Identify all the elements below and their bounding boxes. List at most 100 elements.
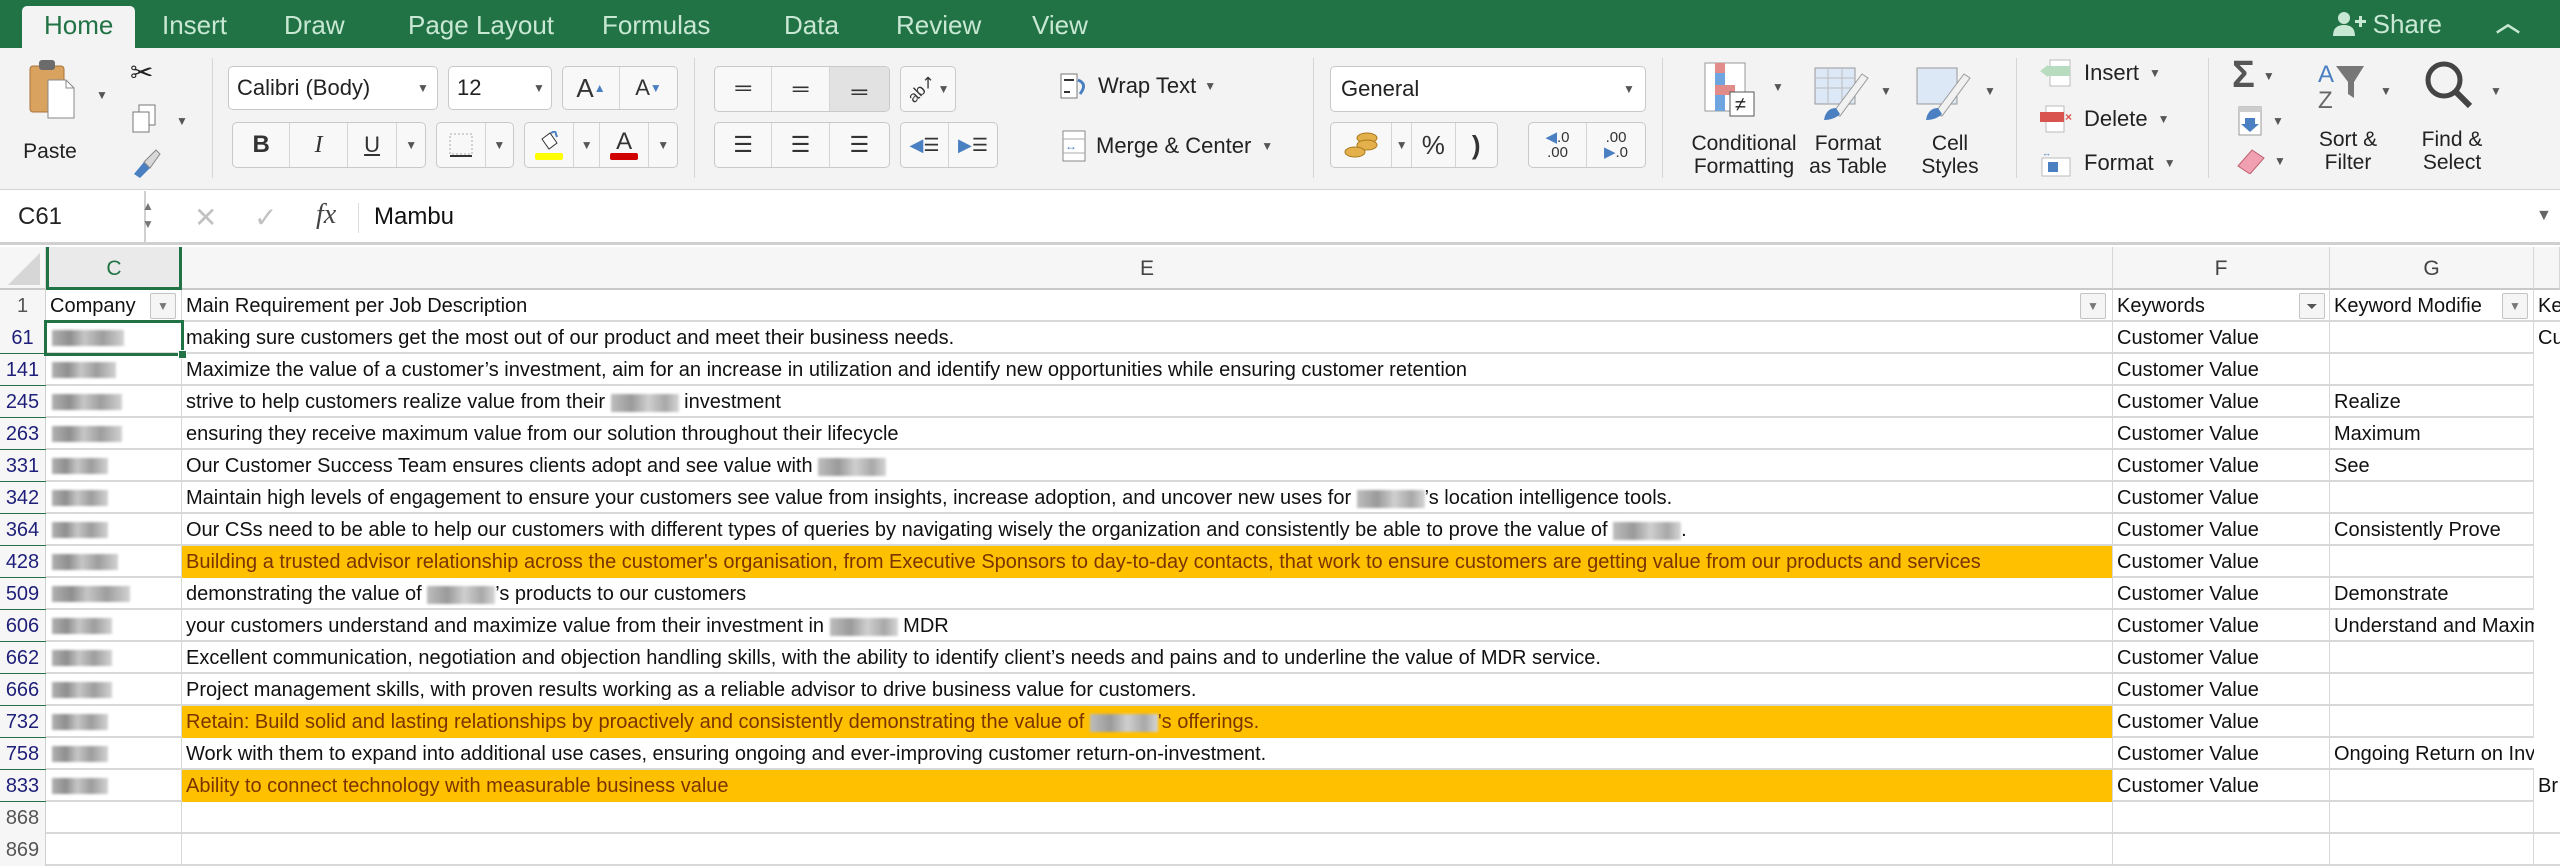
company-cell[interactable]	[46, 322, 182, 354]
company-cell[interactable]	[46, 514, 182, 546]
name-box-stepper-icon[interactable]: ▲ ▼	[142, 197, 154, 233]
row-number[interactable]: 666	[0, 674, 46, 708]
active-filter-button[interactable]: ⏷	[2299, 293, 2325, 319]
collapse-ribbon-icon[interactable]: ︿	[2496, 6, 2520, 42]
underline-dropdown-icon[interactable]: ▼	[397, 123, 425, 167]
keyword-modifier-cell[interactable]	[2330, 546, 2534, 578]
keywords-cell[interactable]: Customer Value	[2113, 514, 2330, 546]
merge-center-button[interactable]: ↔ Merge & Center ▼	[1062, 130, 1273, 162]
keyword-modifier-cell[interactable]	[2330, 674, 2534, 706]
row-number[interactable]: 509	[0, 578, 46, 612]
requirement-cell[interactable]: Work with them to expand into additional…	[182, 738, 2113, 770]
formula-input[interactable]: Mambu	[374, 203, 454, 231]
keywords-cell[interactable]: Customer Value	[2113, 706, 2330, 738]
next-column-cell[interactable]	[2534, 514, 2560, 546]
borders-dropdown-icon[interactable]: ▼	[486, 123, 513, 167]
requirement-cell[interactable]: your customers understand and maximize v…	[182, 610, 2113, 642]
increase-font-size-button[interactable]: A ▲	[563, 67, 621, 109]
increase-decimal-button[interactable]: ◀.0 .00	[1529, 123, 1588, 167]
company-cell[interactable]	[46, 706, 182, 738]
copy-icon[interactable]	[132, 104, 158, 139]
find-select-button[interactable]: ▼ Find & Select	[2414, 58, 2514, 178]
filter-dropdown-button[interactable]: ▼	[2502, 293, 2528, 319]
underline-button[interactable]: U	[348, 123, 398, 167]
empty-cell[interactable]	[2113, 802, 2330, 834]
row-number[interactable]: 662	[0, 642, 46, 676]
font-name-select[interactable]: Calibri (Body) ▼	[228, 66, 438, 110]
insert-cells-button[interactable]: Insert ▼	[2040, 58, 2161, 88]
next-column-cell[interactable]	[2534, 354, 2560, 386]
tab-view[interactable]: View	[1010, 6, 1110, 48]
paste-button[interactable]: ▼ Paste	[18, 58, 108, 168]
company-cell[interactable]	[46, 770, 182, 802]
company-cell[interactable]	[46, 610, 182, 642]
column-header-e[interactable]: E	[182, 247, 2113, 290]
font-color-dropdown-icon[interactable]: ▼	[649, 123, 677, 167]
column-header-g[interactable]: G	[2330, 247, 2534, 290]
copy-dropdown-icon[interactable]: ▼	[176, 114, 188, 128]
company-cell[interactable]	[46, 450, 182, 482]
share-button[interactable]: Share	[2332, 6, 2442, 42]
number-format-select[interactable]: General ▼	[1330, 66, 1646, 112]
format-as-table-button[interactable]: ▼ Format as Table	[1808, 60, 1904, 178]
empty-cell[interactable]	[182, 834, 2113, 866]
row-number[interactable]: 428	[0, 546, 46, 580]
keyword-modifier-cell[interactable]	[2330, 322, 2534, 354]
cell-styles-button[interactable]: ▼ Cell Styles	[1910, 60, 2006, 178]
decrease-font-size-button[interactable]: A ▼	[620, 67, 677, 109]
requirement-cell[interactable]: Our CSs need to be able to help our cust…	[182, 514, 2113, 546]
italic-button[interactable]: I	[290, 123, 348, 167]
font-size-select[interactable]: 12 ▼	[448, 66, 552, 110]
requirement-cell[interactable]: Maintain high levels of engagement to en…	[182, 482, 2113, 514]
empty-cell[interactable]	[46, 834, 182, 866]
keywords-cell[interactable]: Customer Value	[2113, 482, 2330, 514]
row-number[interactable]: 245	[0, 386, 46, 420]
empty-cell[interactable]	[2113, 834, 2330, 866]
keywords-cell[interactable]: Customer Value	[2113, 674, 2330, 706]
keywords-cell[interactable]: Customer Value	[2113, 642, 2330, 674]
company-cell[interactable]	[46, 642, 182, 674]
align-bottom-button[interactable]: ═	[829, 67, 889, 111]
next-column-cell[interactable]	[2534, 546, 2560, 578]
requirement-cell[interactable]: Retain: Build solid and lasting relation…	[182, 706, 2113, 738]
tab-formulas[interactable]: Formulas	[580, 6, 732, 48]
column-header-h[interactable]	[2534, 247, 2560, 290]
paste-dropdown-icon[interactable]: ▼	[96, 88, 108, 102]
company-cell[interactable]	[46, 738, 182, 770]
column-header-c[interactable]: C	[46, 247, 182, 290]
company-cell[interactable]	[46, 674, 182, 706]
align-middle-button[interactable]: ═	[772, 67, 830, 111]
keywords-cell[interactable]: Customer Value	[2113, 322, 2330, 354]
keyword-modifier-cell[interactable]	[2330, 642, 2534, 674]
requirement-cell[interactable]: Ability to connect technology with measu…	[182, 770, 2113, 802]
confirm-entry-icon[interactable]: ✓	[254, 201, 277, 234]
row-number[interactable]: 732	[0, 706, 46, 740]
conditional-formatting-button[interactable]: ≠ ▼ Conditional Formatting	[1684, 60, 1806, 178]
company-cell[interactable]	[46, 546, 182, 578]
next-column-cell[interactable]	[2534, 450, 2560, 482]
row-number[interactable]: 833	[0, 770, 46, 804]
tab-review[interactable]: Review	[874, 6, 1003, 48]
requirement-cell[interactable]: Excellent communication, negotiation and…	[182, 642, 2113, 674]
align-top-button[interactable]: ═	[715, 67, 773, 111]
company-cell[interactable]	[46, 386, 182, 418]
borders-button[interactable]	[437, 123, 486, 167]
keyword-modifier-cell[interactable]: Ongoing Return on Investment	[2330, 738, 2560, 770]
row-number[interactable]: 364	[0, 514, 46, 548]
tab-draw[interactable]: Draw	[262, 6, 367, 48]
keyword-modifier-cell[interactable]: Demonstrate	[2330, 578, 2534, 610]
filter-dropdown-button[interactable]: ▼	[150, 293, 176, 319]
requirement-cell[interactable]: Building a trusted advisor relationship …	[182, 546, 2113, 578]
comma-style-button[interactable]: )	[1456, 123, 1497, 167]
requirement-cell[interactable]: demonstrating the value of ’s products t…	[182, 578, 2113, 610]
next-column-cell[interactable]	[2534, 610, 2560, 642]
expand-formula-bar-icon[interactable]: ▼	[2536, 207, 2552, 225]
keyword-modifier-cell[interactable]	[2330, 770, 2534, 802]
keywords-cell[interactable]: Customer Value	[2113, 738, 2330, 770]
wrap-text-button[interactable]: Wrap Text ▼	[1060, 72, 1216, 100]
next-column-cell[interactable]	[2534, 418, 2560, 450]
next-column-cell[interactable]	[2534, 386, 2560, 418]
keyword-modifier-cell[interactable]: Consistently Prove	[2330, 514, 2534, 546]
format-cells-button[interactable]: ↔ Format ▼	[2040, 148, 2176, 178]
company-cell[interactable]	[46, 418, 182, 450]
